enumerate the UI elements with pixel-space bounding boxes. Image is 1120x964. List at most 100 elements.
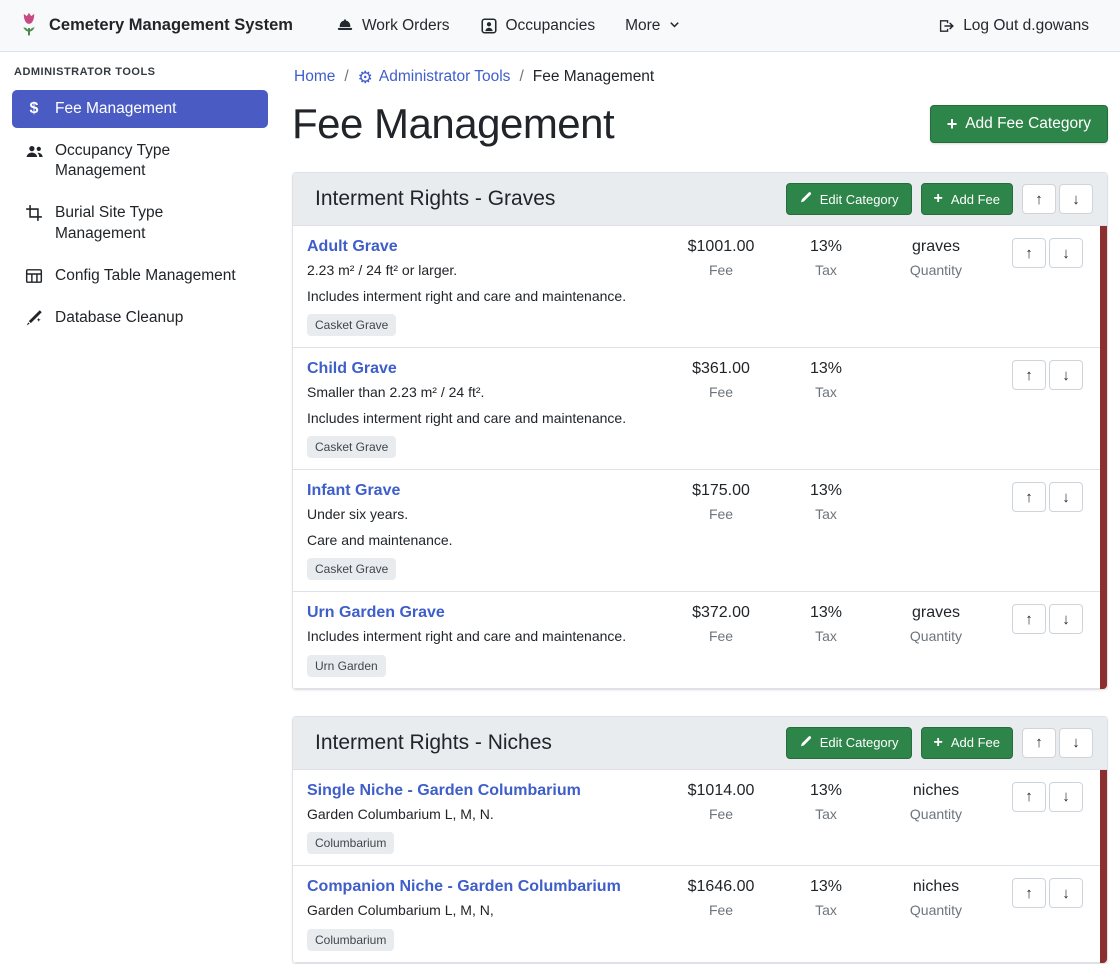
app-title: Cemetery Management System (49, 16, 293, 35)
fee-tax-col: 13% Tax (776, 604, 876, 644)
fee-type-badge: Urn Garden (307, 655, 386, 677)
category-card-header: Interment Rights - Niches Edit Category … (293, 717, 1107, 770)
nav-occupancies-label: Occupancies (506, 17, 596, 35)
breadcrumb-separator: / (344, 68, 348, 86)
arrow-down-icon: ↓ (1062, 788, 1070, 805)
fee-row: Child Grave Smaller than 2.23 m² / 24 ft… (293, 348, 1107, 470)
sidebar-item-burial-site-type-management[interactable]: Burial Site Type Management (12, 194, 268, 252)
plus-icon: + (934, 191, 943, 207)
fee-tax-label: Tax (776, 902, 876, 918)
fee-amount-label: Fee (666, 806, 776, 822)
nav-logout[interactable]: Log Out d.gowans (924, 9, 1102, 43)
arrow-up-icon: ↑ (1025, 245, 1033, 262)
fee-amount-col: $1014.00 Fee (666, 782, 776, 822)
arrow-up-icon: ↑ (1035, 734, 1043, 751)
fee-amount-label: Fee (666, 384, 776, 400)
sidebar-item-config-table-management[interactable]: Config Table Management (12, 257, 268, 295)
sidebar-item-label: Burial Site Type Management (55, 203, 251, 243)
breadcrumb-separator: / (519, 68, 523, 86)
move-fee-up-button[interactable]: ↑ (1012, 360, 1046, 390)
arrow-up-icon: ↑ (1025, 788, 1033, 805)
fee-description: Garden Columbarium L, M, N. (307, 806, 658, 824)
add-fee-button[interactable]: + Add Fee (921, 727, 1014, 759)
fee-amount-col: $1001.00 Fee (666, 238, 776, 278)
move-category-down-button[interactable]: ↓ (1059, 728, 1093, 758)
fee-name-link[interactable]: Infant Grave (307, 482, 400, 500)
fee-name-link[interactable]: Companion Niche - Garden Columbarium (307, 878, 621, 896)
fee-tax: 13% (776, 482, 876, 500)
nav-more-label: More (625, 17, 660, 35)
fee-amount-col: $361.00 Fee (666, 360, 776, 400)
fee-amount-label: Fee (666, 628, 776, 644)
card-scrollbar[interactable] (1100, 226, 1107, 689)
gear-icon: ⚙ (358, 69, 373, 86)
add-fee-label: Add Fee (951, 192, 1000, 207)
move-fee-down-button[interactable]: ↓ (1049, 604, 1083, 634)
logout-icon (937, 17, 955, 35)
fee-row: Single Niche - Garden Columbarium Garden… (293, 770, 1107, 867)
arrow-down-icon: ↓ (1072, 191, 1080, 208)
plus-icon: + (934, 735, 943, 751)
add-fee-category-button[interactable]: + Add Fee Category (930, 105, 1108, 143)
fee-tax: 13% (776, 360, 876, 378)
category-card-body: Single Niche - Garden Columbarium Garden… (293, 770, 1107, 963)
breadcrumb-admin-tools[interactable]: ⚙ Administrator Tools (358, 68, 511, 86)
chevron-down-icon (668, 19, 681, 32)
fee-amount-col: $372.00 Fee (666, 604, 776, 644)
move-category-down-button[interactable]: ↓ (1059, 184, 1093, 214)
fee-name-link[interactable]: Child Grave (307, 360, 397, 378)
move-fee-down-button[interactable]: ↓ (1049, 878, 1083, 908)
fee-quantity: graves (876, 238, 996, 256)
fee-tax-label: Tax (776, 384, 876, 400)
fee-quantity-label: Quantity (876, 902, 996, 918)
move-fee-up-button[interactable]: ↑ (1012, 238, 1046, 268)
edit-category-button[interactable]: Edit Category (786, 183, 912, 215)
app-brand[interactable]: Cemetery Management System (18, 10, 293, 42)
move-category-up-button[interactable]: ↑ (1022, 728, 1056, 758)
fee-quantity: niches (876, 878, 996, 896)
fee-row: Companion Niche - Garden Columbarium Gar… (293, 866, 1107, 963)
move-fee-down-button[interactable]: ↓ (1049, 360, 1083, 390)
magic-wand-icon (24, 309, 44, 327)
nav-occupancies[interactable]: Occupancies (467, 9, 609, 43)
sidebar-item-fee-management[interactable]: $ Fee Management (12, 90, 268, 128)
fee-description: Includes interment right and care and ma… (307, 410, 658, 428)
arrow-down-icon: ↓ (1062, 489, 1070, 506)
arrow-down-icon: ↓ (1062, 611, 1070, 628)
fee-quantity (876, 360, 996, 361)
arrow-up-icon: ↑ (1025, 611, 1033, 628)
move-fee-down-button[interactable]: ↓ (1049, 482, 1083, 512)
move-fee-up-button[interactable]: ↑ (1012, 482, 1046, 512)
move-fee-up-button[interactable]: ↑ (1012, 878, 1046, 908)
fee-type-badge: Casket Grave (307, 558, 396, 580)
fee-quantity-col: niches Quantity (876, 782, 996, 822)
nav-more[interactable]: More (612, 9, 694, 43)
move-fee-down-button[interactable]: ↓ (1049, 782, 1083, 812)
edit-category-button[interactable]: Edit Category (786, 727, 912, 759)
sidebar-item-occupancy-type-management[interactable]: Occupancy Type Management (12, 132, 268, 190)
fee-quantity-label: Quantity (876, 806, 996, 822)
arrow-down-icon: ↓ (1062, 367, 1070, 384)
fee-tax-col: 13% Tax (776, 782, 876, 822)
move-fee-up-button[interactable]: ↑ (1012, 604, 1046, 634)
card-scrollbar[interactable] (1100, 770, 1107, 963)
fee-name-link[interactable]: Adult Grave (307, 238, 398, 256)
move-category-up-button[interactable]: ↑ (1022, 184, 1056, 214)
fee-name-link[interactable]: Single Niche - Garden Columbarium (307, 782, 581, 800)
move-fee-up-button[interactable]: ↑ (1012, 782, 1046, 812)
nav-work-orders[interactable]: Work Orders (323, 9, 463, 43)
sidebar-header: ADMINISTRATOR TOOLS (12, 62, 268, 90)
arrow-down-icon: ↓ (1062, 885, 1070, 902)
sidebar-item-database-cleanup[interactable]: Database Cleanup (12, 299, 268, 337)
pencil-icon (799, 735, 812, 751)
arrow-up-icon: ↑ (1025, 489, 1033, 506)
fee-quantity: niches (876, 782, 996, 800)
add-fee-button[interactable]: + Add Fee (921, 183, 1014, 215)
sidebar-item-label: Config Table Management (55, 266, 236, 286)
move-fee-down-button[interactable]: ↓ (1049, 238, 1083, 268)
sidebar: ADMINISTRATOR TOOLS $ Fee Management Occ… (0, 52, 280, 939)
fee-tax-label: Tax (776, 806, 876, 822)
edit-category-label: Edit Category (820, 192, 899, 207)
fee-name-link[interactable]: Urn Garden Grave (307, 604, 445, 622)
breadcrumb-home[interactable]: Home (294, 68, 335, 86)
